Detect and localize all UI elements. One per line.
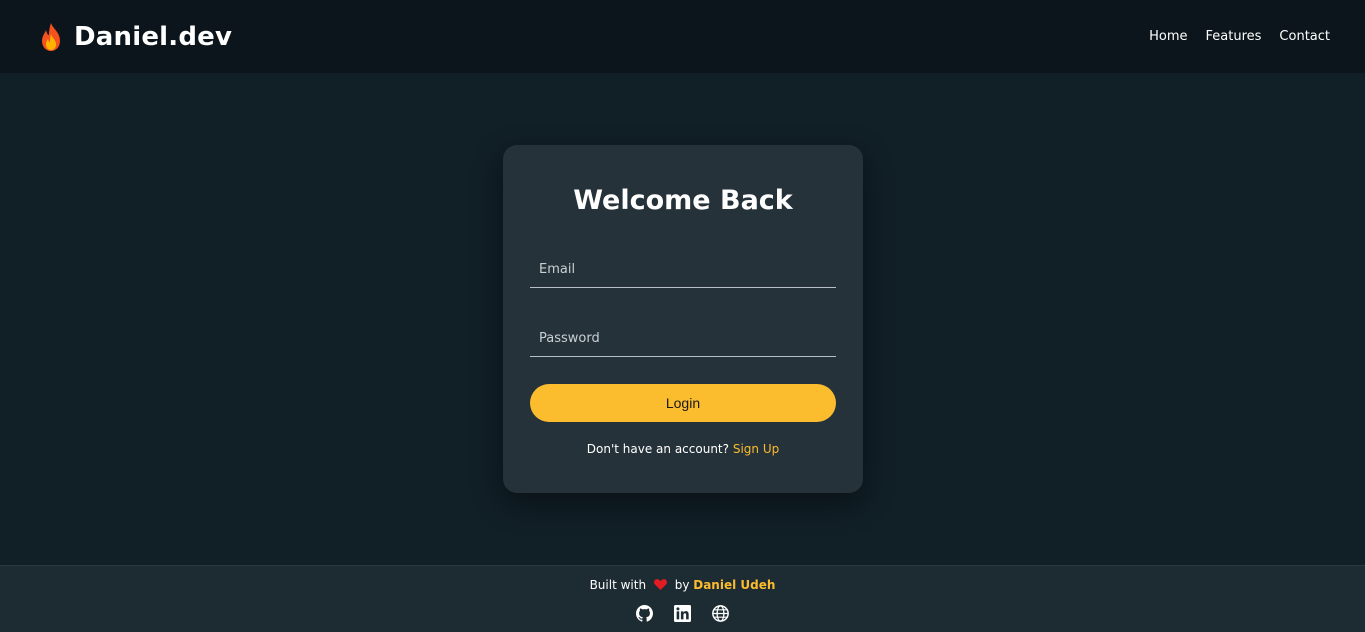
footer-credit: Built with by Daniel Udeh: [0, 578, 1365, 592]
brand[interactable]: Daniel.dev: [38, 22, 232, 52]
brand-name: Daniel.dev: [74, 21, 233, 52]
password-field[interactable]: [530, 321, 836, 357]
login-button[interactable]: Login: [530, 384, 836, 422]
social-links: [0, 604, 1365, 622]
login-title: Welcome Back: [573, 185, 793, 216]
nav-features[interactable]: Features: [1206, 29, 1262, 44]
globe-icon[interactable]: [712, 604, 730, 622]
built-with-text: Built with: [589, 578, 647, 592]
signup-link[interactable]: Sign Up: [733, 442, 779, 456]
author-link[interactable]: Daniel Udeh: [693, 578, 775, 592]
nav-contact[interactable]: Contact: [1279, 29, 1330, 44]
linkedin-icon[interactable]: [674, 604, 692, 622]
heart-icon: [653, 578, 667, 592]
top-navbar: Daniel.dev Home Features Contact: [0, 0, 1365, 73]
signup-prompt-row: Don't have an account? Sign Up: [503, 442, 863, 456]
github-icon[interactable]: [636, 604, 654, 622]
footer: Built with by Daniel Udeh: [0, 565, 1365, 632]
by-text: by: [674, 578, 690, 592]
signup-prompt: Don't have an account?: [586, 442, 729, 456]
main-nav: Home Features Contact: [1149, 29, 1330, 44]
nav-home[interactable]: Home: [1149, 29, 1187, 44]
flame-icon: [38, 22, 64, 52]
email-field[interactable]: [530, 252, 836, 288]
login-card: Welcome Back Login Don't have an account…: [503, 145, 863, 493]
